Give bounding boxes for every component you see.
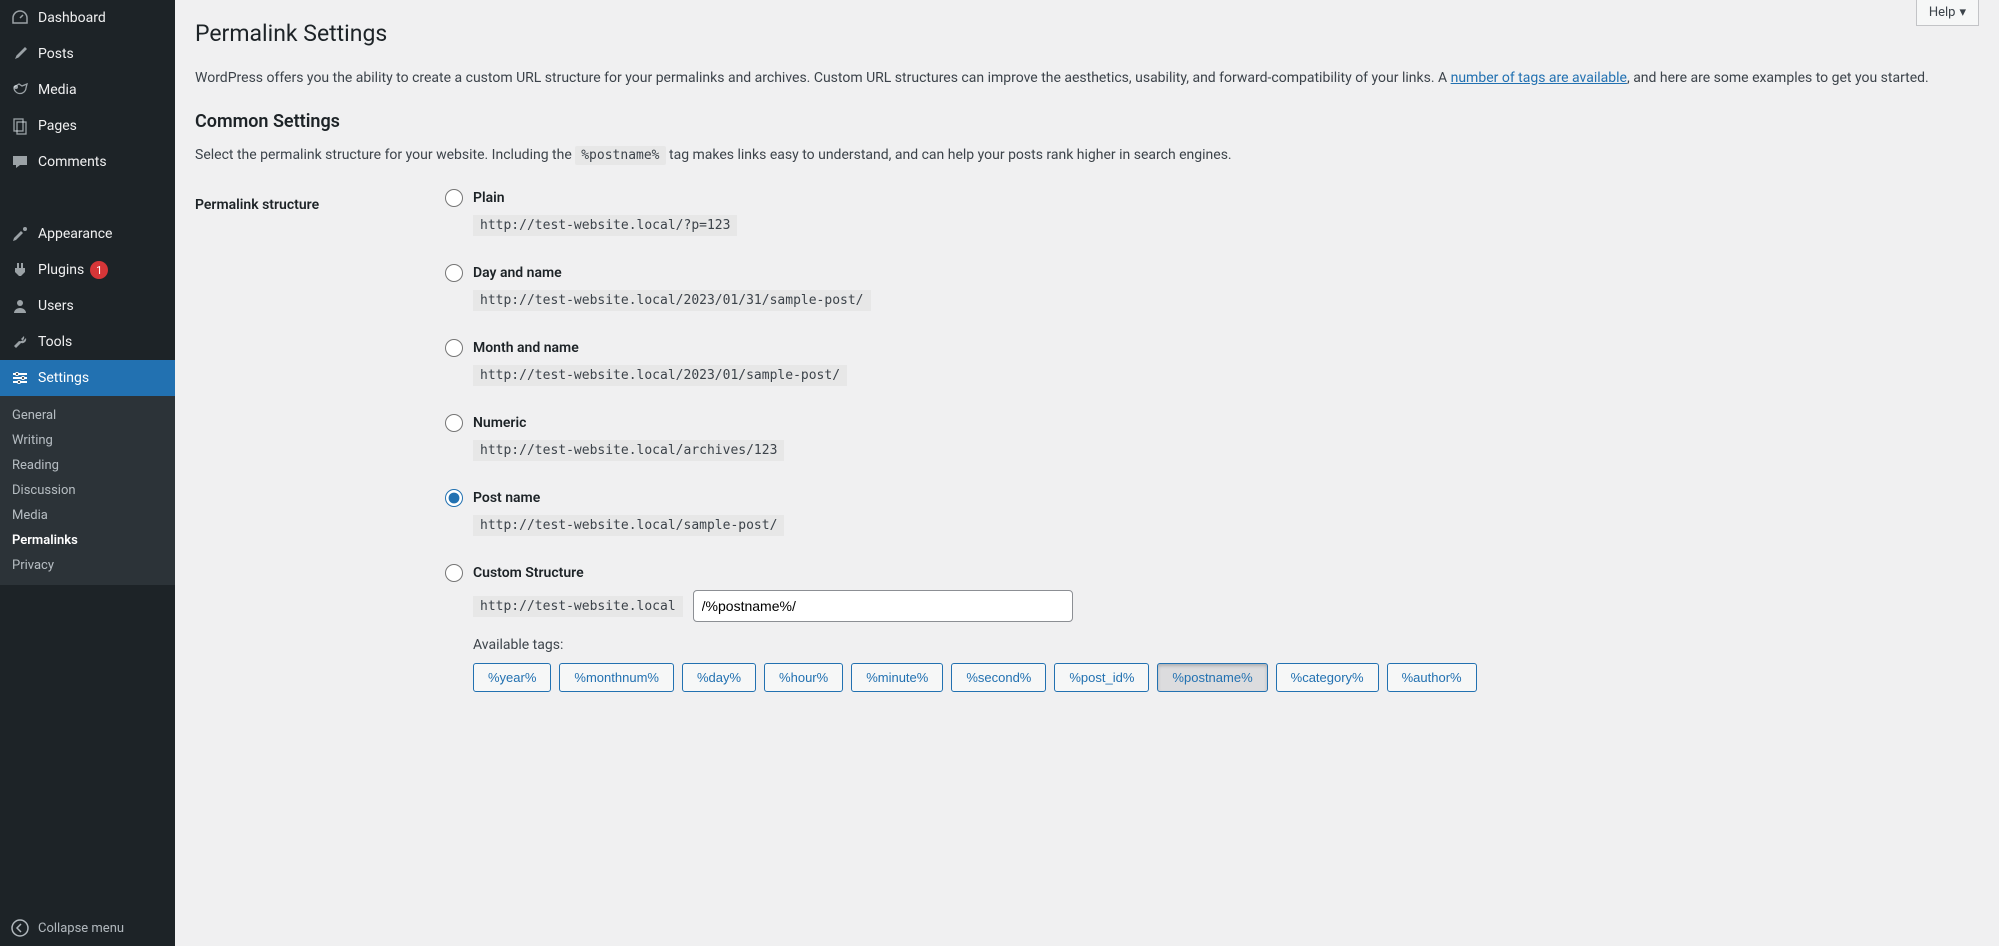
- sidebar-item-label: Comments: [38, 154, 107, 170]
- sidebar-item-plugins[interactable]: Plugins 1: [0, 252, 175, 288]
- collapse-menu-label: Collapse menu: [38, 921, 124, 936]
- sidebar-item-label: Appearance: [38, 226, 112, 242]
- tools-icon: [10, 332, 30, 352]
- radio-day-name[interactable]: [445, 264, 463, 282]
- media-icon: [10, 80, 30, 100]
- intro-text: WordPress offers you the ability to crea…: [195, 67, 1979, 89]
- custom-base-url: http://test-website.local: [473, 596, 683, 617]
- comments-icon: [10, 152, 30, 172]
- plugins-icon: [10, 260, 30, 280]
- tag-button-day[interactable]: %day%: [682, 663, 756, 692]
- tag-button-postname[interactable]: %postname%: [1157, 663, 1267, 692]
- submenu-item-writing[interactable]: Writing: [0, 428, 175, 453]
- radio-label-numeric[interactable]: Numeric: [473, 415, 526, 431]
- pages-icon: [10, 116, 30, 136]
- sidebar-item-tools[interactable]: Tools: [0, 324, 175, 360]
- example-url-post-name: http://test-website.local/sample-post/: [473, 515, 784, 536]
- radio-month-name[interactable]: [445, 339, 463, 357]
- common-settings-heading: Common Settings: [195, 111, 1979, 132]
- permalink-option-custom: Custom Structure http://test-website.loca…: [445, 564, 1979, 692]
- example-url-numeric: http://test-website.local/archives/123: [473, 440, 784, 461]
- admin-sidebar: Dashboard Posts Media Pages Comments Appearan…: [0, 0, 175, 946]
- submenu-item-permalinks[interactable]: Permalinks: [0, 528, 175, 553]
- radio-numeric[interactable]: [445, 414, 463, 432]
- postname-tag-code: %postname%: [575, 146, 665, 165]
- available-tags-label: Available tags:: [473, 637, 1979, 653]
- permalink-option-post-name: Post name http://test-website.local/sampl…: [445, 489, 1979, 536]
- radio-label-month-name[interactable]: Month and name: [473, 340, 579, 356]
- help-tab[interactable]: Help ▾: [1916, 0, 1979, 26]
- sidebar-item-dashboard[interactable]: Dashboard: [0, 0, 175, 36]
- sidebar-item-label: Tools: [38, 334, 72, 350]
- tag-button-year[interactable]: %year%: [473, 663, 551, 692]
- tag-button-hour[interactable]: %hour%: [764, 663, 843, 692]
- permalink-option-numeric: Numeric http://test-website.local/archive…: [445, 414, 1979, 461]
- posts-icon: [10, 44, 30, 64]
- dashboard-icon: [10, 8, 30, 28]
- sidebar-item-label: Dashboard: [38, 10, 106, 26]
- radio-plain[interactable]: [445, 189, 463, 207]
- submenu-item-general[interactable]: General: [0, 403, 175, 428]
- sidebar-item-label: Posts: [38, 46, 74, 62]
- tags-available-link[interactable]: number of tags are available: [1451, 70, 1627, 86]
- submenu-item-privacy[interactable]: Privacy: [0, 553, 175, 578]
- sidebar-item-users[interactable]: Users: [0, 288, 175, 324]
- example-url-month-name: http://test-website.local/2023/01/sample…: [473, 365, 847, 386]
- radio-label-post-name[interactable]: Post name: [473, 490, 540, 506]
- sidebar-item-label: Users: [38, 298, 74, 314]
- permalink-option-plain: Plain http://test-website.local/?p=123: [445, 189, 1979, 236]
- radio-label-plain[interactable]: Plain: [473, 190, 505, 206]
- chevron-down-icon: ▾: [1959, 5, 1966, 20]
- sidebar-item-label: Pages: [38, 118, 77, 134]
- sidebar-item-comments[interactable]: Comments: [0, 144, 175, 180]
- users-icon: [10, 296, 30, 316]
- sidebar-item-settings[interactable]: Settings: [0, 360, 175, 396]
- tag-button-author[interactable]: %author%: [1387, 663, 1477, 692]
- tag-button-post_id[interactable]: %post_id%: [1054, 663, 1149, 692]
- permalink-option-month-name: Month and name http://test-website.local/…: [445, 339, 1979, 386]
- settings-icon: [10, 368, 30, 388]
- custom-structure-input[interactable]: [693, 590, 1073, 622]
- sidebar-item-media[interactable]: Media: [0, 72, 175, 108]
- appearance-icon: [10, 224, 30, 244]
- example-url-day-name: http://test-website.local/2023/01/31/sam…: [473, 290, 871, 311]
- tag-button-minute[interactable]: %minute%: [851, 663, 943, 692]
- submenu-item-discussion[interactable]: Discussion: [0, 478, 175, 503]
- radio-custom[interactable]: [445, 564, 463, 582]
- radio-label-day-name[interactable]: Day and name: [473, 265, 562, 281]
- permalink-option-day-name: Day and name http://test-website.local/20…: [445, 264, 1979, 311]
- collapse-menu-button[interactable]: Collapse menu: [0, 910, 175, 946]
- radio-label-custom[interactable]: Custom Structure: [473, 565, 584, 581]
- sidebar-item-pages[interactable]: Pages: [0, 108, 175, 144]
- sidebar-item-label: Plugins: [38, 262, 84, 278]
- example-url-plain: http://test-website.local/?p=123: [473, 215, 737, 236]
- tag-button-second[interactable]: %second%: [951, 663, 1046, 692]
- sidebar-item-posts[interactable]: Posts: [0, 36, 175, 72]
- available-tags: %year% %monthnum% %day% %hour% %minute% %seco…: [473, 663, 1979, 692]
- tag-button-monthnum[interactable]: %monthnum%: [559, 663, 674, 692]
- submenu-item-reading[interactable]: Reading: [0, 453, 175, 478]
- submenu-item-media[interactable]: Media: [0, 503, 175, 528]
- collapse-icon: [10, 918, 30, 938]
- radio-post-name[interactable]: [445, 489, 463, 507]
- sidebar-item-appearance[interactable]: Appearance: [0, 216, 175, 252]
- tag-button-category[interactable]: %category%: [1276, 663, 1379, 692]
- page-title: Permalink Settings: [195, 20, 1979, 47]
- update-count-badge: 1: [90, 261, 108, 279]
- main-content: Help ▾ Permalink Settings WordPress offe…: [175, 0, 1999, 946]
- sidebar-item-label: Media: [38, 82, 77, 98]
- common-settings-text: Select the permalink structure for your …: [195, 144, 1979, 167]
- permalink-structure-label: Permalink structure: [195, 189, 405, 720]
- sidebar-item-label: Settings: [38, 370, 89, 386]
